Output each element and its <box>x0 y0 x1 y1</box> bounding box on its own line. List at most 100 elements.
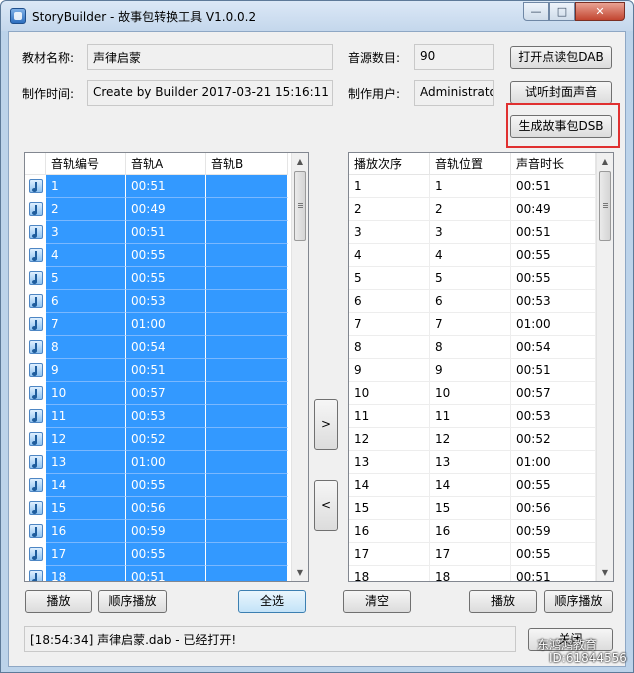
music-note-icon <box>29 386 43 400</box>
track-a-cell: 00:51 <box>126 566 206 581</box>
track-row[interactable]: 9 00:51 <box>25 359 288 382</box>
open-dab-button[interactable]: 打开点读包DAB <box>510 46 612 69</box>
playlist-row[interactable]: 13 13 01:00 <box>349 451 596 474</box>
playlist-scrollbar[interactable]: ▲ ▼ <box>596 153 613 581</box>
track-row[interactable]: 16 00:59 <box>25 520 288 543</box>
track-row[interactable]: 18 00:51 <box>25 566 288 581</box>
track-row[interactable]: 14 00:55 <box>25 474 288 497</box>
column-header[interactable]: 播放次序 <box>349 153 430 175</box>
track-row[interactable]: 1 00:51 <box>25 175 288 198</box>
track-row[interactable]: 11 00:53 <box>25 405 288 428</box>
column-header[interactable]: 音轨编号 <box>46 153 126 175</box>
track-row[interactable]: 17 00:55 <box>25 543 288 566</box>
left-play-button[interactable]: 播放 <box>25 590 92 613</box>
move-left-button[interactable]: < <box>314 480 338 531</box>
play-order-cell: 15 <box>349 497 430 520</box>
column-header[interactable]: 音轨A <box>126 153 206 175</box>
maximize-button[interactable]: □ <box>549 2 575 21</box>
track-row[interactable]: 15 00:56 <box>25 497 288 520</box>
playlist-row[interactable]: 15 15 00:56 <box>349 497 596 520</box>
track-row[interactable]: 10 00:57 <box>25 382 288 405</box>
playlist-row[interactable]: 5 5 00:55 <box>349 267 596 290</box>
track-position-cell: 12 <box>430 428 511 451</box>
scroll-thumb[interactable] <box>599 171 611 241</box>
right-sequential-play-button[interactable]: 顺序播放 <box>544 590 613 613</box>
track-row[interactable]: 6 00:53 <box>25 290 288 313</box>
track-id-cell: 13 <box>46 451 126 474</box>
move-right-button[interactable]: > <box>314 399 338 450</box>
column-header[interactable]: 声音时长 <box>511 153 596 175</box>
track-a-cell: 00:55 <box>126 543 206 566</box>
playlist-row[interactable]: 12 12 00:52 <box>349 428 596 451</box>
playlist[interactable]: 播放次序 音轨位置 声音时长 1 1 00:51 2 2 00:49 3 3 00:51 4 4 00… <box>348 152 614 582</box>
track-row[interactable]: 2 00:49 <box>25 198 288 221</box>
duration-cell: 00:55 <box>511 267 596 290</box>
track-b-cell <box>206 244 288 267</box>
play-order-cell: 12 <box>349 428 430 451</box>
track-position-cell: 15 <box>430 497 511 520</box>
play-order-cell: 10 <box>349 382 430 405</box>
scroll-up-arrow-icon[interactable]: ▲ <box>292 153 308 170</box>
playlist-row[interactable]: 7 7 01:00 <box>349 313 596 336</box>
track-icon-cell <box>25 474 46 497</box>
playlist-row[interactable]: 1 1 00:51 <box>349 175 596 198</box>
track-position-cell: 18 <box>430 566 511 581</box>
playlist-row[interactable]: 10 10 00:57 <box>349 382 596 405</box>
close-window-button[interactable]: ✕ <box>575 2 625 21</box>
play-order-cell: 13 <box>349 451 430 474</box>
track-row[interactable]: 8 00:54 <box>25 336 288 359</box>
play-order-cell: 17 <box>349 543 430 566</box>
column-header[interactable]: 音轨B <box>206 153 288 175</box>
track-a-cell: 00:56 <box>126 497 206 520</box>
clear-button[interactable]: 清空 <box>343 590 411 613</box>
select-all-button[interactable]: 全选 <box>238 590 306 613</box>
minimize-button[interactable]: — <box>523 2 549 21</box>
track-row[interactable]: 3 00:51 <box>25 221 288 244</box>
track-list[interactable]: 音轨编号 音轨A 音轨B 1 00:51 2 00:49 3 00:51 4 00:55 5 00… <box>24 152 309 582</box>
playlist-row[interactable]: 17 17 00:55 <box>349 543 596 566</box>
preview-cover-button[interactable]: 试听封面声音 <box>510 81 612 104</box>
scroll-down-arrow-icon[interactable]: ▼ <box>292 564 308 581</box>
right-play-button[interactable]: 播放 <box>469 590 537 613</box>
track-row[interactable]: 5 00:55 <box>25 267 288 290</box>
playlist-row[interactable]: 18 18 00:51 <box>349 566 596 581</box>
app-window: StoryBuilder - 故事包转换工具 V1.0.0.2 — □ ✕ 教材… <box>0 0 634 673</box>
create-time-field: Create by Builder 2017-03-21 15:16:11 <box>87 80 333 106</box>
duration-cell: 00:51 <box>511 175 596 198</box>
track-row[interactable]: 4 00:55 <box>25 244 288 267</box>
track-a-cell: 00:52 <box>126 428 206 451</box>
track-b-cell <box>206 543 288 566</box>
title-bar[interactable]: StoryBuilder - 故事包转换工具 V1.0.0.2 — □ ✕ <box>1 1 633 31</box>
playlist-row[interactable]: 6 6 00:53 <box>349 290 596 313</box>
track-position-cell: 14 <box>430 474 511 497</box>
track-position-cell: 4 <box>430 244 511 267</box>
music-note-icon <box>29 271 43 285</box>
track-row[interactable]: 13 01:00 <box>25 451 288 474</box>
playlist-row[interactable]: 9 9 00:51 <box>349 359 596 382</box>
source-count-field: 90 <box>414 44 494 70</box>
track-row[interactable]: 7 01:00 <box>25 313 288 336</box>
playlist-header: 播放次序 音轨位置 声音时长 <box>349 153 596 175</box>
playlist-row[interactable]: 11 11 00:53 <box>349 405 596 428</box>
track-position-cell: 3 <box>430 221 511 244</box>
scroll-down-arrow-icon[interactable]: ▼ <box>597 564 613 581</box>
column-header[interactable]: 音轨位置 <box>430 153 511 175</box>
track-list-scrollbar[interactable]: ▲ ▼ <box>291 153 308 581</box>
track-icon-cell <box>25 428 46 451</box>
playlist-row[interactable]: 16 16 00:59 <box>349 520 596 543</box>
material-name-label: 教材名称: <box>22 51 75 65</box>
track-a-cell: 00:53 <box>126 290 206 313</box>
playlist-row[interactable]: 2 2 00:49 <box>349 198 596 221</box>
playlist-row[interactable]: 4 4 00:55 <box>349 244 596 267</box>
track-row[interactable]: 12 00:52 <box>25 428 288 451</box>
scroll-thumb[interactable] <box>294 171 306 241</box>
build-dsb-button[interactable]: 生成故事包DSB <box>510 115 612 138</box>
playlist-row[interactable]: 3 3 00:51 <box>349 221 596 244</box>
play-order-cell: 6 <box>349 290 430 313</box>
music-note-icon <box>29 363 43 377</box>
playlist-row[interactable]: 14 14 00:55 <box>349 474 596 497</box>
duration-cell: 00:53 <box>511 290 596 313</box>
playlist-row[interactable]: 8 8 00:54 <box>349 336 596 359</box>
scroll-up-arrow-icon[interactable]: ▲ <box>597 153 613 170</box>
left-sequential-play-button[interactable]: 顺序播放 <box>98 590 167 613</box>
